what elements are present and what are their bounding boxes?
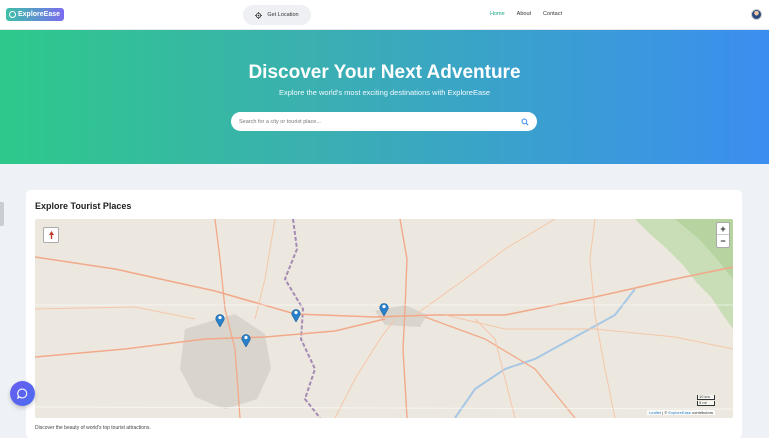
nav-link-home[interactable]: Home [490, 11, 505, 17]
locate-button[interactable] [43, 227, 59, 243]
hero-subtitle: Explore the world's most exciting destin… [278, 88, 491, 97]
side-tab[interactable] [0, 202, 4, 226]
zoom-in-button[interactable]: + [717, 223, 729, 235]
map-marker[interactable] [379, 302, 389, 316]
attribution-leaflet-link[interactable]: Leaflet [649, 410, 661, 415]
search-icon[interactable] [521, 117, 529, 126]
map-marker[interactable] [215, 313, 225, 327]
scale-mi: 5 mi [697, 401, 715, 406]
logo[interactable]: ExploreEase [6, 8, 65, 21]
avatar[interactable] [751, 9, 762, 20]
zoom-out-button[interactable]: − [717, 235, 729, 247]
attribution-tail: contributors [691, 410, 714, 415]
navigation-arrow-icon [48, 231, 54, 239]
crosshair-icon [255, 11, 263, 19]
nav-links: Home About Contact [490, 11, 562, 17]
navbar: ExploreEase Get Location Home About Cont… [0, 0, 769, 30]
map-attribution: Leaflet | © ExploreEase contributors [647, 410, 716, 415]
map-scale: 10 km 5 mi [697, 395, 715, 407]
get-location-label: Get Location [267, 12, 299, 18]
map-marker[interactable] [241, 333, 251, 347]
hero-section: Discover Your Next Adventure Explore the… [0, 30, 769, 164]
attribution-source-link[interactable]: ExploreEase [668, 410, 691, 415]
zoom-control: + − [716, 222, 730, 248]
get-location-button[interactable]: Get Location [243, 5, 311, 25]
section-title: Explore Tourist Places [35, 201, 132, 211]
hero-title: Discover Your Next Adventure [248, 62, 521, 83]
logo-text: ExploreEase [18, 11, 61, 18]
search-input[interactable] [239, 118, 521, 125]
map[interactable]: + − 10 km 5 mi Leaflet | © ExploreEase c… [35, 219, 733, 418]
map-tiles [35, 219, 733, 418]
compass-icon [9, 11, 16, 18]
map-marker[interactable] [291, 308, 301, 322]
nav-link-contact[interactable]: Contact [543, 11, 562, 17]
nav-link-about[interactable]: About [517, 11, 531, 17]
explore-card: Explore Tourist Places + − 10 km 5 mi Le… [26, 190, 742, 438]
section-footer-text: Discover the beauty of world's top touri… [35, 425, 151, 431]
search-bar [231, 112, 537, 131]
chat-button[interactable] [10, 381, 35, 406]
chat-bubble-icon [17, 388, 28, 399]
